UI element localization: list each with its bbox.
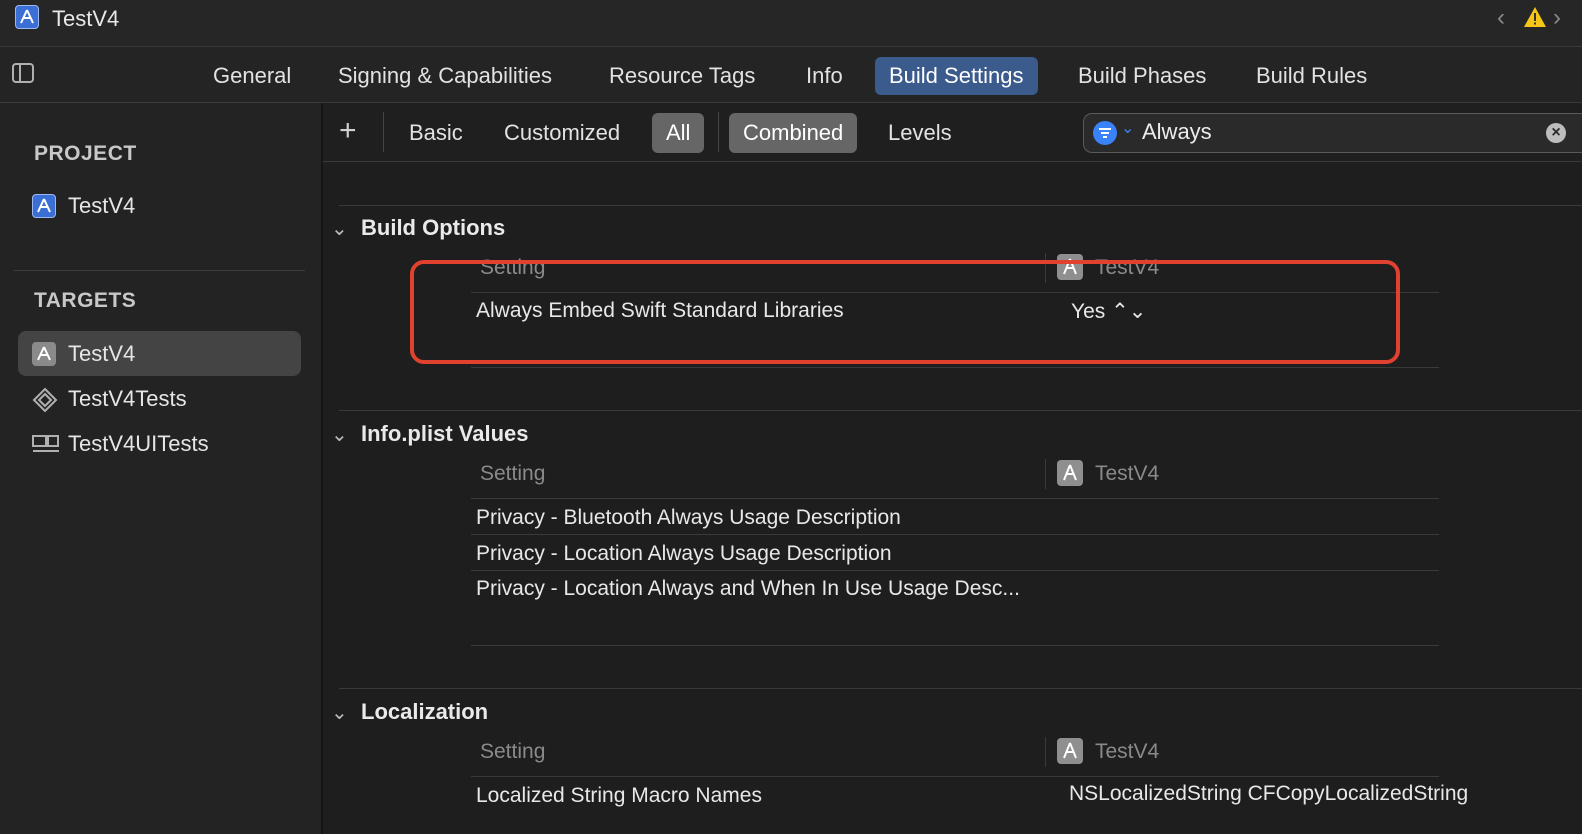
setting-bluetooth-always-usage[interactable]: Privacy - Bluetooth Always Usage Descrip…	[476, 506, 901, 530]
chevron-down-icon[interactable]: ⌄	[331, 700, 348, 725]
sidebar-item-target-testv4tests[interactable]: TestV4Tests	[18, 376, 301, 421]
column-header-setting: Setting	[480, 740, 546, 763]
app-target-icon	[32, 342, 56, 366]
tab-build-phases[interactable]: Build Phases	[1064, 57, 1220, 95]
section-title-build-options[interactable]: Build Options	[361, 215, 505, 241]
targets-section-header: TARGETS	[34, 289, 137, 312]
chevron-down-icon[interactable]: ⌄	[1121, 118, 1134, 138]
tab-resource-tags[interactable]: Resource Tags	[595, 57, 769, 95]
search-input-value[interactable]: Always	[1142, 119, 1212, 145]
setting-localized-string-macro-names[interactable]: Localized String Macro Names	[476, 784, 762, 808]
row-divider	[471, 498, 1439, 499]
sidebar-item-label: TestV4	[68, 193, 136, 218]
sidebar-toggle-icon[interactable]	[12, 63, 34, 83]
column-header-target: TestV4	[1095, 462, 1160, 485]
tab-build-rules[interactable]: Build Rules	[1242, 57, 1381, 95]
ui-tests-icon	[32, 432, 59, 456]
title-bar	[0, 0, 1582, 47]
sidebar-item-label: TestV4UITests	[68, 431, 209, 456]
section-divider	[339, 688, 1582, 689]
section-title-localization[interactable]: Localization	[361, 699, 488, 725]
row-divider	[471, 776, 1439, 777]
setting-value-text[interactable]: NSLocalizedString CFCopyLocalizedString	[1069, 782, 1468, 806]
row-divider	[471, 570, 1439, 571]
row-divider	[471, 645, 1439, 646]
tab-general[interactable]: General	[199, 57, 305, 95]
sidebar-item-target-testv4[interactable]: TestV4	[18, 331, 301, 376]
forward-arrow-icon[interactable]: ›	[1553, 4, 1561, 32]
annotation-highlight-box	[410, 260, 1400, 364]
filter-separator	[383, 112, 384, 152]
column-header-target: TestV4	[1095, 740, 1160, 763]
sidebar-item-project[interactable]: TestV4	[18, 183, 301, 228]
filter-all-button[interactable]: All	[652, 113, 705, 153]
section-title-info-plist[interactable]: Info.plist Values	[361, 421, 528, 447]
section-divider	[339, 410, 1582, 411]
view-levels-button[interactable]: Levels	[874, 113, 966, 153]
unit-tests-icon	[32, 387, 58, 413]
tab-build-settings[interactable]: Build Settings	[875, 57, 1038, 95]
section-divider	[339, 205, 1582, 206]
column-separator	[1045, 737, 1046, 767]
add-setting-icon[interactable]: +	[339, 116, 357, 146]
setting-location-always-and-when-in-use[interactable]: Privacy - Location Always and When In Us…	[476, 577, 1020, 601]
view-combined-button[interactable]: Combined	[729, 113, 858, 153]
column-separator	[1045, 459, 1046, 489]
column-header-setting: Setting	[480, 462, 546, 485]
app-target-icon	[1057, 738, 1083, 764]
xcode-project-icon	[32, 194, 56, 218]
tab-info[interactable]: Info	[792, 57, 857, 95]
row-divider	[471, 367, 1439, 368]
sidebar-item-label: TestV4Tests	[68, 386, 187, 411]
filter-basic-button[interactable]: Basic	[395, 113, 477, 153]
sidebar-divider	[14, 270, 305, 271]
clear-search-icon[interactable]: ×	[1546, 123, 1566, 143]
sidebar-item-label: TestV4	[68, 341, 136, 366]
app-target-icon	[1057, 460, 1083, 486]
filter-customized-button[interactable]: Customized	[490, 113, 634, 153]
chevron-down-icon[interactable]: ⌄	[331, 422, 348, 447]
filter-icon[interactable]	[1093, 121, 1117, 145]
window-title: TestV4	[52, 6, 120, 31]
tab-signing-capabilities[interactable]: Signing & Capabilities	[324, 57, 566, 95]
project-section-header: PROJECT	[34, 142, 137, 165]
filter-separator	[718, 112, 719, 152]
setting-location-always-usage[interactable]: Privacy - Location Always Usage Descript…	[476, 542, 892, 566]
sidebar-item-target-testv4uitests[interactable]: TestV4UITests	[18, 421, 301, 466]
xcode-project-icon	[15, 5, 39, 29]
row-divider	[471, 534, 1439, 535]
chevron-down-icon[interactable]: ⌄	[331, 216, 348, 241]
back-arrow-icon[interactable]: ‹	[1497, 4, 1505, 32]
warning-icon[interactable]	[1523, 6, 1547, 28]
